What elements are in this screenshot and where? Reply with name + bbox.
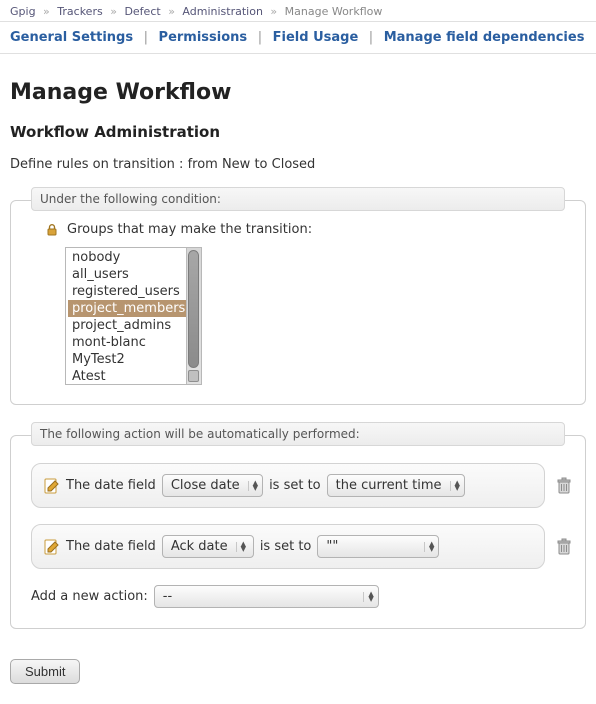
- breadcrumb: Gpig » Trackers » Defect » Administratio…: [0, 0, 596, 21]
- action-text-mid: is set to: [260, 539, 312, 554]
- listbox-option[interactable]: Atest: [68, 368, 201, 384]
- tab-sep: |: [369, 30, 373, 45]
- tab-bar: General Settings | Permissions | Field U…: [0, 22, 596, 54]
- listbox-option[interactable]: all_users: [68, 266, 201, 283]
- transition-description: Define rules on transition : from New to…: [10, 157, 586, 172]
- condition-legend: Under the following condition:: [31, 187, 565, 211]
- listbox-option[interactable]: registered_users: [68, 283, 201, 300]
- action-text-prefix: The date field: [66, 539, 156, 554]
- action-row: The date field Ack date ▲▼ is set to "" …: [31, 524, 545, 569]
- field-select-value: Ack date: [171, 539, 228, 554]
- value-select[interactable]: the current time ▲▼: [327, 474, 465, 497]
- tab-sep: |: [258, 30, 262, 45]
- listbox-option[interactable]: mont-blanc: [68, 334, 201, 351]
- groups-listbox[interactable]: nobodyall_usersregistered_usersproject_m…: [66, 248, 201, 384]
- submit-button[interactable]: Submit: [10, 659, 80, 684]
- listbox-option[interactable]: nobody: [68, 249, 201, 266]
- page-subtitle: Workflow Administration: [10, 123, 586, 141]
- delete-icon[interactable]: [556, 538, 572, 556]
- page-title: Manage Workflow: [10, 80, 586, 105]
- content: Manage Workflow Workflow Administration …: [0, 54, 596, 704]
- listbox-option[interactable]: MyTest2: [68, 351, 201, 368]
- breadcrumb-current: Manage Workflow: [285, 5, 383, 18]
- tab-general-settings[interactable]: General Settings: [10, 30, 133, 45]
- condition-panel: Under the following condition: Groups th…: [10, 188, 586, 405]
- listbox-option[interactable]: project_members: [68, 300, 201, 317]
- field-select-value: Close date: [171, 478, 240, 493]
- add-action-row: Add a new action: -- ▲▼: [25, 585, 571, 608]
- breadcrumb-sep: »: [168, 5, 175, 18]
- field-select[interactable]: Close date ▲▼: [162, 474, 263, 497]
- edit-icon: [44, 478, 60, 494]
- breadcrumb-link[interactable]: Gpig: [10, 5, 36, 18]
- field-select[interactable]: Ack date ▲▼: [162, 535, 254, 558]
- updown-icon: ▲▼: [424, 542, 434, 552]
- action-text-mid: is set to: [269, 478, 321, 493]
- breadcrumb-sep: »: [43, 5, 50, 18]
- scroll-thumb[interactable]: [188, 250, 199, 368]
- breadcrumb-sep: »: [110, 5, 117, 18]
- scroll-down-icon[interactable]: [188, 370, 199, 382]
- breadcrumb-link[interactable]: Administration: [182, 5, 263, 18]
- groups-listbox-wrap: nobodyall_usersregistered_usersproject_m…: [65, 247, 202, 385]
- updown-icon: ▲▼: [236, 542, 246, 552]
- tab-sep: |: [144, 30, 148, 45]
- value-select-value: the current time: [336, 478, 442, 493]
- value-select[interactable]: "" ▲▼: [317, 535, 439, 558]
- actions-panel: The following action will be automatical…: [10, 423, 586, 629]
- lock-icon: [45, 223, 59, 237]
- add-action-select[interactable]: -- ▲▼: [154, 585, 379, 608]
- add-action-label: Add a new action:: [31, 589, 148, 604]
- breadcrumb-sep: »: [270, 5, 277, 18]
- breadcrumb-link[interactable]: Defect: [124, 5, 160, 18]
- scrollbar[interactable]: [186, 248, 201, 384]
- breadcrumb-link[interactable]: Trackers: [57, 5, 102, 18]
- actions-legend: The following action will be automatical…: [31, 422, 565, 446]
- action-row: The date field Close date ▲▼ is set to t…: [31, 463, 545, 508]
- edit-icon: [44, 539, 60, 555]
- tab-manage-field-dependencies[interactable]: Manage field dependencies: [384, 30, 585, 45]
- condition-label: Groups that may make the transition:: [67, 222, 312, 237]
- listbox-option[interactable]: project_admins: [68, 317, 201, 334]
- add-action-value: --: [163, 589, 172, 604]
- delete-icon[interactable]: [556, 477, 572, 495]
- tab-field-usage[interactable]: Field Usage: [273, 30, 359, 45]
- value-select-value: "": [326, 539, 338, 554]
- updown-icon: ▲▼: [450, 481, 460, 491]
- updown-icon: ▲▼: [363, 592, 373, 602]
- action-text-prefix: The date field: [66, 478, 156, 493]
- updown-icon: ▲▼: [248, 481, 258, 491]
- tab-permissions[interactable]: Permissions: [159, 30, 248, 45]
